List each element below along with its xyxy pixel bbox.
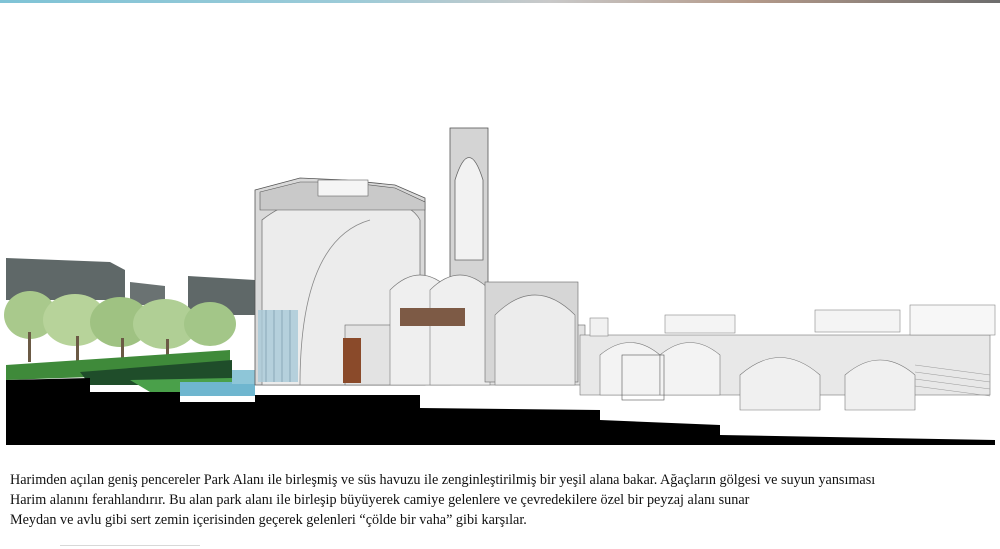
top-color-strip	[0, 0, 1000, 3]
caption-line-2: Harim alanını ferahlandırır. Bu alan par…	[10, 492, 750, 508]
bottom-divider	[60, 545, 200, 546]
caption-line-3: Meydan ve avlu gibi sert zemin içerisind…	[10, 512, 527, 528]
description-caption: Harimden açılan geniş pencereler Park Al…	[10, 470, 990, 530]
caption-line-1: Harimden açılan geniş pencereler Park Al…	[10, 472, 876, 488]
reflecting-pool	[180, 382, 255, 396]
right-arcade	[579, 304, 996, 411]
mosque-section-drawing	[4, 127, 996, 445]
minaret	[449, 127, 489, 289]
